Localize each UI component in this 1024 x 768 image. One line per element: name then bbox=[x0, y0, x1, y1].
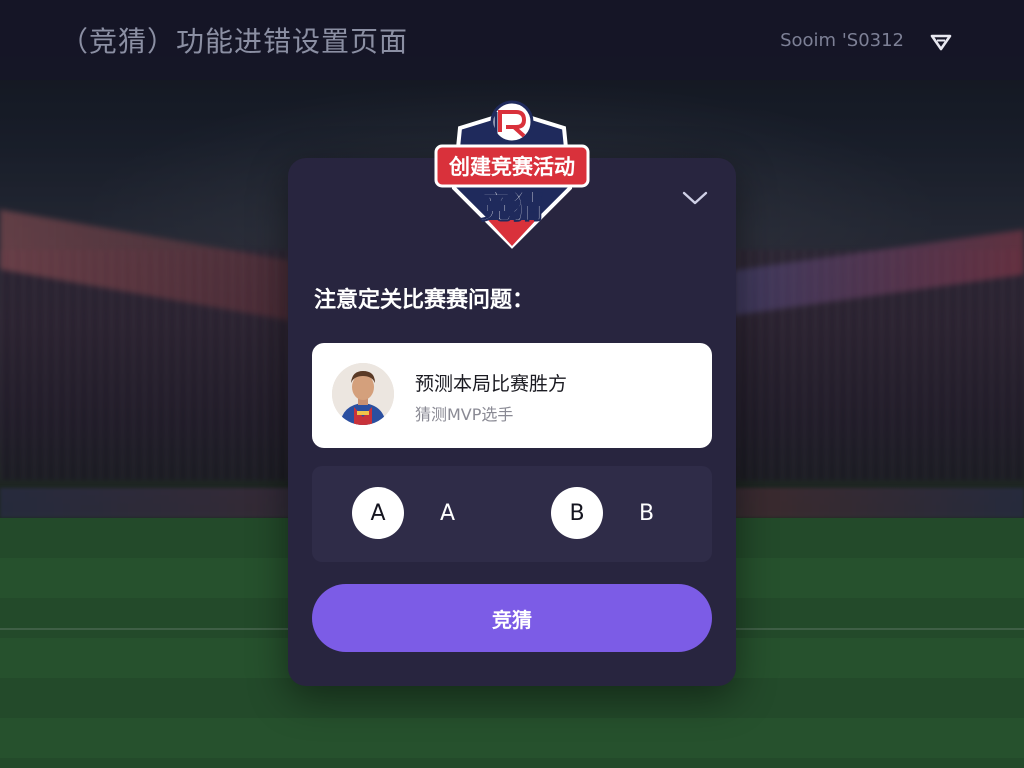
status-text: Sooim 'S0312 bbox=[780, 30, 904, 51]
guess-submit-button[interactable]: 竞猜 bbox=[312, 584, 712, 652]
question-subtitle: 猜测MVP选手 bbox=[415, 405, 514, 424]
top-bar: （竞猜）功能进错设置页面 Sooim 'S0312 bbox=[0, 0, 1024, 80]
answer-options: A A B B bbox=[312, 466, 712, 562]
player-avatar bbox=[332, 363, 394, 425]
question-title: 预测本局比赛胜方 bbox=[415, 373, 568, 395]
badge-line2: 竞猜 bbox=[480, 188, 544, 226]
badge-line1: 创建竞赛活动 bbox=[448, 155, 575, 179]
contest-badge-logo: 创建竞赛活动 竞猜 bbox=[434, 100, 590, 249]
option-a[interactable]: A A bbox=[352, 487, 455, 539]
option-b[interactable]: B B bbox=[551, 487, 654, 539]
option-a-label: A bbox=[440, 500, 456, 526]
option-a-radio[interactable]: A bbox=[352, 487, 404, 539]
question-card[interactable]: 预测本局比赛胜方 猜测MVP选手 bbox=[312, 343, 712, 448]
option-b-radio[interactable]: B bbox=[551, 487, 603, 539]
option-b-label: B bbox=[639, 500, 655, 526]
signal-triangle-icon bbox=[930, 34, 952, 51]
chevron-down-icon[interactable] bbox=[680, 186, 710, 210]
page-title: （竞猜）功能进错设置页面 bbox=[60, 25, 409, 58]
question-prompt: 注意定关比赛赛问题： bbox=[314, 288, 535, 313]
